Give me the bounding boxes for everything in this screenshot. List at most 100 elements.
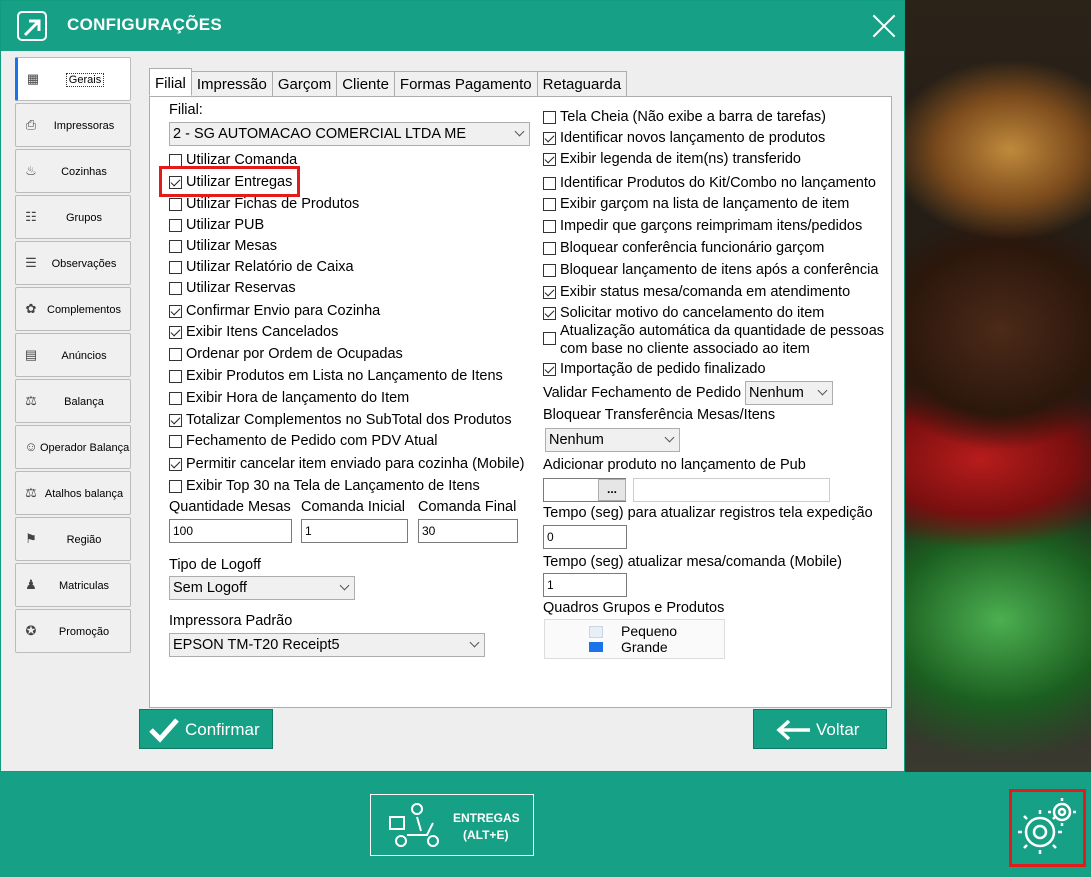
sidebar-item-cozinhas[interactable]: ♨ Cozinhas [15, 149, 131, 193]
sidebar-item-impressoras[interactable]: ⎙ Impressoras [15, 103, 131, 147]
checkbox-exibir-gar-om-na-lista-de-lan-amento-de-[interactable]: Exibir garçom na lista de lançamento de … [543, 196, 849, 212]
quadros-option-grande: Grande [621, 639, 668, 655]
impressora-select-value: EPSON TM-T20 Receipt5 [173, 637, 340, 653]
logoff-select[interactable]: Sem Logoff [169, 576, 355, 600]
app-logo-icon [17, 11, 47, 41]
checkbox-identificar-produtos-do-kit-combo-no-lan[interactable]: Identificar Produtos do Kit/Combo no lan… [543, 175, 876, 191]
checkbox-exibir-hora-de-lan-amento-do-item[interactable]: Exibir Hora de lançamento do Item [169, 390, 409, 406]
browse-button[interactable]: ... [598, 479, 626, 501]
qtd-mesas-input[interactable]: 100 [169, 519, 292, 543]
comanda-final-input[interactable]: 30 [418, 519, 518, 543]
tab-gar-om[interactable]: Garçom [271, 71, 338, 96]
impressora-label: Impressora Padrão [169, 613, 293, 629]
importacao-checkbox[interactable]: Importação de pedido finalizado [543, 361, 766, 377]
checkbox-solicitar-motivo-do-cancelamento-do-item[interactable]: Solicitar motivo do cancelamento do item [543, 305, 824, 321]
checkmark-icon [149, 718, 179, 743]
checkbox-label: Solicitar motivo do cancelamento do item [560, 305, 825, 321]
checkbox-bloquear-confer-ncia-funcion-rio-gar-om[interactable]: Bloquear conferência funcionário garçom [543, 240, 824, 256]
validar-label: Validar Fechamento de Pedido [543, 385, 742, 401]
food-icon: ✿ [25, 301, 37, 316]
checkbox-box [543, 197, 556, 211]
checkbox-box [543, 306, 556, 320]
checkbox-label: Identificar novos lançamento de produtos [560, 130, 826, 146]
checkbox-fechamento-de-pedido-com-pdv-atual[interactable]: Fechamento de Pedido com PDV Atual [169, 433, 437, 449]
voltar-button[interactable]: Voltar [753, 709, 887, 749]
sidebar-item-gerais[interactable]: ▦ Gerais [15, 57, 131, 101]
checkbox-box [543, 285, 556, 299]
confirmar-label: Confirmar [185, 720, 260, 739]
large-size-icon [589, 642, 603, 652]
checkbox-impedir-que-gar-ons-reimprimam-itens-ped[interactable]: Impedir que garçons reimprimam itens/ped… [543, 218, 862, 234]
sidebar-item-matriculas[interactable]: ♟ Matriculas [15, 563, 131, 607]
tab-impress-o[interactable]: Impressão [190, 71, 273, 96]
checkbox-utilizar-fichas-de-produtos[interactable]: Utilizar Fichas de Produtos [169, 196, 359, 212]
checkbox-utilizar-relat-rio-de-caixa[interactable]: Utilizar Relatório de Caixa [169, 259, 354, 275]
bloquear-transferencia-value: Nenhum [549, 432, 604, 448]
settings-gear-icon[interactable] [1012, 792, 1082, 862]
tempo-expedicao-input[interactable]: 0 [543, 525, 627, 549]
checkbox-exibir-itens-cancelados[interactable]: Exibir Itens Cancelados [169, 324, 338, 340]
tempo-mobile-input[interactable]: 1 [543, 573, 627, 597]
checkbox-box [169, 325, 182, 339]
tab-retaguarda[interactable]: Retaguarda [536, 71, 628, 96]
checkbox-exibir-top-30-na-tela-de-lan-amento-de-i[interactable]: Exibir Top 30 na Tela de Lançamento de I… [169, 478, 480, 494]
checkbox-box [169, 239, 182, 253]
sidebar-item-label-text: Observações [51, 258, 117, 270]
sidebar-item-regi-o[interactable]: ⚑ Região [15, 517, 131, 561]
checkbox-box [169, 304, 182, 318]
validar-select[interactable]: Nenhum [745, 381, 833, 405]
sidebar-item-label: Complementos [40, 288, 128, 332]
filial-select[interactable]: 2 - SG AUTOMACAO COMERCIAL LTDA ME [169, 122, 530, 146]
checkbox-box [169, 281, 182, 295]
confirmar-button[interactable]: Confirmar [139, 709, 273, 749]
filial-select-value: 2 - SG AUTOMACAO COMERCIAL LTDA ME [173, 126, 467, 142]
quadros-toggle[interactable]: Pequeno Grande [544, 619, 725, 659]
groups-icon: ☷ [25, 209, 37, 224]
sidebar-item-atalhos-balan-a[interactable]: ⚖ Atalhos balança [15, 471, 131, 515]
filial-label: Filial: [169, 102, 203, 118]
scale-icon: ⚖ [25, 393, 37, 408]
checkbox-ordenar-por-ordem-de-ocupadas[interactable]: Ordenar por Ordem de Ocupadas [169, 346, 403, 362]
sidebar-item-promo-o[interactable]: ✪ Promoção [15, 609, 131, 653]
checkbox-utilizar-pub[interactable]: Utilizar PUB [169, 217, 264, 233]
checkbox-box [169, 434, 182, 448]
tab-strip: Filial Impressão Garçom Cliente Formas Pagam… [149, 68, 628, 97]
sidebar-item-grupos[interactable]: ☷ Grupos [15, 195, 131, 239]
checkbox-permitir-cancelar-item-enviado-para-cozi[interactable]: Permitir cancelar item enviado para cozi… [169, 456, 524, 472]
sidebar-item-operador-balan-a[interactable]: ☺ Operador Balança [15, 425, 131, 469]
checkbox-bloquear-lan-amento-de-itens-ap-s-a-conf[interactable]: Bloquear lançamento de itens após a conf… [543, 262, 878, 278]
checkbox-utilizar-reservas[interactable]: Utilizar Reservas [169, 280, 296, 296]
comanda-inicial-input[interactable]: 1 [301, 519, 408, 543]
checkbox-exibir-status-mesa-comanda-em-atendiment[interactable]: Exibir status mesa/comanda em atendiment… [543, 284, 850, 300]
chevron-down-icon [339, 580, 350, 591]
checkbox-tela-cheia-n-o-exibe-a-barra-de-tarefas-[interactable]: Tela Cheia (Não exibe a barra de tarefas… [543, 109, 826, 125]
tab-cliente[interactable]: Cliente [336, 71, 395, 96]
flag-icon: ⚑ [25, 531, 37, 546]
checkbox-exibir-produtos-em-lista-no-lan-amento-d[interactable]: Exibir Produtos em Lista no Lançamento d… [169, 368, 503, 384]
checkbox-confirmar-envio-para-cozinha[interactable]: Confirmar Envio para Cozinha [169, 303, 380, 319]
checkbox-label: Utilizar Mesas [186, 238, 278, 254]
impressora-select[interactable]: EPSON TM-T20 Receipt5 [169, 633, 485, 657]
sidebar-item-complementos[interactable]: ✿ Complementos [15, 287, 131, 331]
sidebar-item-label-text: Matriculas [58, 580, 110, 592]
tab-filial[interactable]: Filial [149, 68, 192, 96]
sidebar-item-an-ncios[interactable]: ▤ Anúncios [15, 333, 131, 377]
bloquear-transferencia-select[interactable]: Nenhum [545, 428, 680, 452]
tab-formas-pagamento[interactable]: Formas Pagamento [393, 71, 538, 96]
entregas-button[interactable]: ENTREGAS (ALT+E) [370, 794, 534, 856]
checkbox-box [169, 260, 182, 274]
checkbox-exibir-legenda-de-item-ns-transferido[interactable]: Exibir legenda de item(ns) transferido [543, 151, 801, 167]
logoff-select-value: Sem Logoff [173, 580, 247, 596]
checkbox-label: Bloquear conferência funcionário garçom [560, 240, 825, 256]
close-icon[interactable] [869, 11, 899, 41]
checkbox-label: Permitir cancelar item enviado para cozi… [186, 456, 525, 472]
promotion-icon: ✪ [25, 623, 37, 638]
checkbox-totalizar-complementos-no-subtotal-dos-p[interactable]: Totalizar Complementos no SubTotal dos P… [169, 412, 512, 428]
checkbox-box [169, 347, 182, 361]
auto-update-checkbox[interactable]: Atualização automática da quantidade de … [543, 322, 884, 358]
checkbox-utilizar-mesas[interactable]: Utilizar Mesas [169, 238, 277, 254]
bloquear-transferencia-label: Bloquear Transferência Mesas/Itens [543, 407, 776, 423]
checkbox-identificar-novos-lan-amento-de-produtos[interactable]: Identificar novos lançamento de produtos [543, 130, 825, 146]
sidebar-item-balan-a[interactable]: ⚖ Balança [15, 379, 131, 423]
sidebar-item-observa-es[interactable]: ☰ Observações [15, 241, 131, 285]
